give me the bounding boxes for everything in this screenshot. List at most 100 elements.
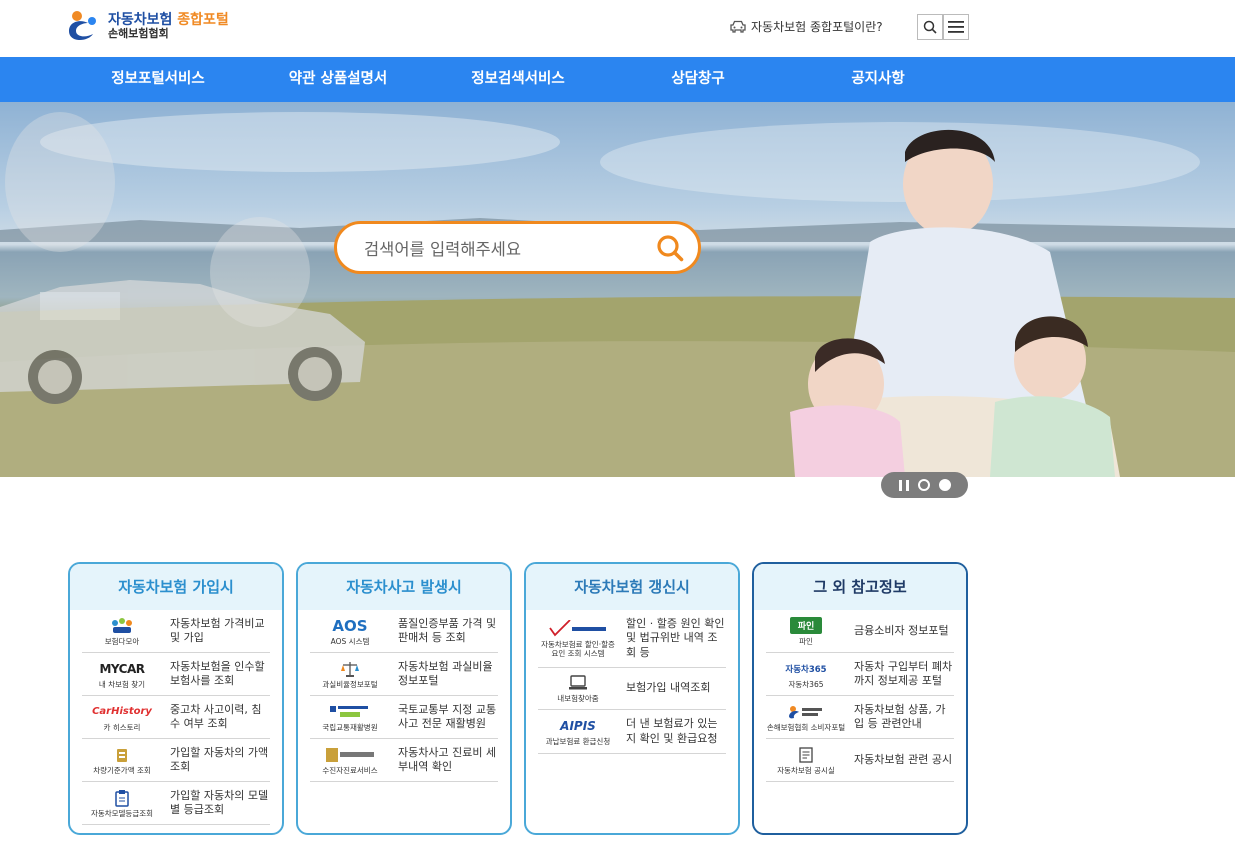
slide-dot-1[interactable] [917,479,930,491]
nav-item-info-portal[interactable]: 정보포털서비스 [68,57,248,102]
list-item[interactable]: MYCAR 내 차보험 찾기 자동차보험을 인수할 보험사를 조회 [82,653,270,696]
nav-item-terms[interactable]: 약관 상품설명서 [248,57,428,102]
row-description: 더 낸 보험료가 있는지 확인 및 환급요청 [626,717,718,745]
laptop-icon [568,674,588,692]
search-submit-button[interactable] [650,228,690,268]
list-item[interactable]: 수진자진료서비스 자동차사고 진료비 세부내역 확인 [310,739,498,782]
list-item[interactable]: 손해보험협회 소비자포털 자동차보험 상품, 가입 등 관련안내 [766,696,954,739]
list-item[interactable]: AOS AOS 시스템 품질인증부품 가격 및 판매처 등 조회 [310,610,498,653]
list-item[interactable]: 자동차보험료 할인·할증 요인 조회 시스템 할인 · 할증 원인 확인 및 법… [538,610,726,668]
row-caption: 수진자진료서비스 [322,765,378,775]
fine-logo: 파인 [789,617,823,635]
row-caption: AOS 시스템 [330,636,370,646]
aipis-logo: AIPIS [560,719,596,733]
search-button[interactable] [917,14,943,40]
search-icon [657,234,684,261]
search-input[interactable]: 검색어를 입력해주세요 [364,236,650,260]
row-description: 자동차보험 관련 공시 [854,752,953,766]
panel-title: 자동차보험 가입시 [70,564,282,610]
logo-title: 자동차보험 종합포털 [108,12,229,28]
health-review-logo-icon [326,746,374,764]
nav-item-notice[interactable]: 공지사항 [788,57,968,102]
hamburger-icon [948,21,964,33]
row-description: 자동차보험 상품, 가입 등 관련안내 [854,702,946,730]
row-description: 중고차 사고이력, 침수 여부 조회 [170,702,262,730]
row-caption: 과납보험료 환급신청 [545,737,611,746]
scale-icon [340,660,360,678]
car-icon [730,20,746,33]
menu-button[interactable] [943,14,969,40]
panel-accident: 자동차사고 발생시 AOS AOS 시스템 품질인증부품 가격 및 판매처 등 … [296,562,512,835]
car365-logo: 자동차365 [785,664,827,675]
row-description: 국토교통부 지정 교통사고 전문 재활병원 [398,702,497,730]
list-item[interactable]: 국립교통재활병원 국토교통부 지정 교통사고 전문 재활병원 [310,696,498,739]
list-item[interactable]: 자동차보험 공시실 자동차보험 관련 공시 [766,739,954,782]
row-caption: 내보험찾아줌 [557,694,599,703]
list-item[interactable]: 차량기준가액 조회 가입할 자동차의 가액 조회 [82,739,270,782]
nav-item-consult[interactable]: 상담창구 [608,57,788,102]
nav-item-info-search[interactable]: 정보검색서비스 [428,57,608,102]
slide-dot-2[interactable] [938,479,951,491]
row-caption: 과실비율정보포털 [322,679,378,689]
row-caption: 내 차보험 찾기 [98,679,146,689]
row-caption: 차량기준가액 조회 [93,765,151,775]
row-description: 자동차 구입부터 폐차까지 정보제공 포털 [854,659,953,687]
row-description: 자동차보험을 인수할 보험사를 조회 [170,659,265,687]
slider-controls [881,472,968,498]
panel-title: 자동차사고 발생시 [298,564,510,610]
panel-insurance-join: 자동차보험 가입시 보험다모아 자동차보험 가격비교 및 가입 MYCAR 내 … [68,562,284,835]
site-logo[interactable]: 자동차보험 종합포털 손해보험협회 [66,9,229,43]
row-caption: 자동차모델등급조회 [90,808,154,818]
clipboard-icon [114,789,130,807]
row-description: 가입할 자동차의 가액 조회 [170,745,269,773]
row-description: 자동차보험 가격비교 및 가입 [170,616,265,644]
knia-logo-icon [788,703,824,721]
fine-logo-text: 파인 [789,617,823,634]
price-tag-icon [113,746,131,764]
hero-banner: 검색어를 입력해주세요 [0,102,1235,477]
row-caption: 카 히스토리 [103,722,141,732]
search-bar[interactable]: 검색어를 입력해주세요 [334,221,701,274]
mycar-logo: MYCAR [99,661,145,676]
list-item[interactable]: AIPIS 과납보험료 환급신청 더 낸 보험료가 있는지 확인 및 환급요청 [538,710,726,754]
hospital-logo-icon [330,703,370,721]
row-caption: 자동차보험료 할인·할증 요인 조회 시스템 [541,639,615,658]
list-item[interactable]: 자동차모델등급조회 가입할 자동차의 모델별 등급조회 [82,782,270,825]
list-item[interactable]: 과실비율정보포털 자동차보험 과실비율 정보포털 [310,653,498,696]
portal-intro-label: 자동차보험 종합포털이란? [751,20,883,34]
row-description: 보험가입 내역조회 [626,681,711,695]
search-icon [923,20,937,34]
row-caption: 자동차365 [788,679,824,689]
aos-logo: AOS [332,616,368,635]
checkmark-icon [548,619,608,638]
row-caption: 손해보험협회 소비자포털 [766,722,846,732]
main-nav: 정보포털서비스 약관 상품설명서 정보검색서비스 상담창구 공지사항 [0,57,1235,102]
portal-intro-link[interactable]: 자동차보험 종합포털이란? [730,18,883,35]
row-description: 품질인증부품 가격 및 판매처 등 조회 [398,616,497,644]
row-caption: 보험다모아 [104,636,140,646]
logo-subtitle: 손해보험협회 [108,26,169,40]
logo-title-main: 자동차보험 [108,11,173,28]
panel-title: 자동차보험 갱신시 [526,564,738,610]
list-item[interactable]: CarHistory 카 히스토리 중고차 사고이력, 침수 여부 조회 [82,696,270,739]
row-description: 할인 · 할증 원인 확인 및 법규위반 내역 조회 등 [626,617,725,659]
boheom-damoa-logo-icon [110,617,134,635]
row-description: 금융소비자 정보포털 [854,623,949,637]
pause-icon[interactable] [898,479,909,491]
panel-other-info: 그 외 참고정보 파인 파인 금융소비자 정보포털 자동차365 자동차365 … [752,562,968,835]
list-item[interactable]: 보험다모아 자동차보험 가격비교 및 가입 [82,610,270,653]
panel-title: 그 외 참고정보 [754,564,966,610]
row-description: 자동차보험 과실비율 정보포털 [398,659,493,687]
list-item[interactable]: 자동차365 자동차365 자동차 구입부터 폐차까지 정보제공 포털 [766,653,954,696]
panel-renewal: 자동차보험 갱신시 자동차보험료 할인·할증 요인 조회 시스템 할인 · 할증… [524,562,740,835]
row-caption: 국립교통재활병원 [322,722,378,732]
row-description: 자동차사고 진료비 세부내역 확인 [398,745,497,773]
hero-background-image [0,112,1235,477]
list-item[interactable]: 파인 파인 금융소비자 정보포털 [766,610,954,653]
logo-title-accent: 종합포털 [177,11,229,28]
document-icon [798,746,814,764]
logo-mark-icon [66,9,102,43]
row-caption: 자동차보험 공시실 [777,765,835,775]
row-caption: 파인 [799,636,813,646]
list-item[interactable]: 내보험찾아줌 보험가입 내역조회 [538,668,726,710]
